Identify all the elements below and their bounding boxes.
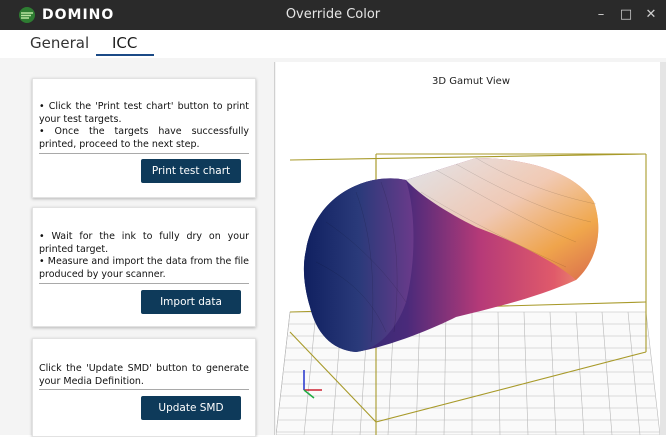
window-title: Override Color — [285, 7, 381, 22]
step-card-print: • Click the 'Print test chart' button to… — [32, 78, 256, 198]
step-divider — [39, 389, 249, 390]
app-window: DOMINO Override Color – □ ✕ General ICC … — [0, 0, 666, 437]
step-instruction: • Once the targets have successfully pri… — [39, 126, 249, 150]
right-scrollbar[interactable] — [660, 62, 666, 435]
print-test-chart-button[interactable]: Print test chart — [141, 159, 241, 183]
step-instruction: • Click the 'Print test chart' button to… — [39, 101, 249, 125]
gamut-panel: 3D Gamut View — [276, 62, 666, 435]
maximize-icon[interactable]: □ — [617, 6, 635, 24]
gamut-view-title: 3D Gamut View — [431, 76, 511, 87]
step-instruction: • Measure and import the data from the f… — [39, 256, 249, 280]
close-icon[interactable]: ✕ — [642, 6, 660, 24]
step-instruction: Click the 'Update SMD' button to generat… — [39, 363, 249, 387]
pane-divider — [274, 62, 275, 435]
steps-panel: • Click the 'Print test chart' button to… — [18, 62, 274, 437]
tab-icc[interactable]: ICC — [112, 34, 137, 52]
tab-active-indicator — [96, 54, 154, 56]
update-smd-button[interactable]: Update SMD — [141, 396, 241, 420]
step-instruction: • Wait for the ink to fully dry on your … — [39, 231, 249, 255]
step-divider — [39, 283, 249, 284]
tab-general[interactable]: General — [30, 34, 89, 52]
step-card-update: Click the 'Update SMD' button to generat… — [32, 338, 256, 437]
gamut-3d-view[interactable] — [276, 92, 660, 435]
step-card-import: • Wait for the ink to fully dry on your … — [32, 207, 256, 327]
import-data-button[interactable]: Import data — [141, 290, 241, 314]
title-bar[interactable]: DOMINO Override Color – □ ✕ — [0, 0, 666, 30]
step-divider — [39, 153, 249, 154]
minimize-icon[interactable]: – — [592, 6, 610, 24]
